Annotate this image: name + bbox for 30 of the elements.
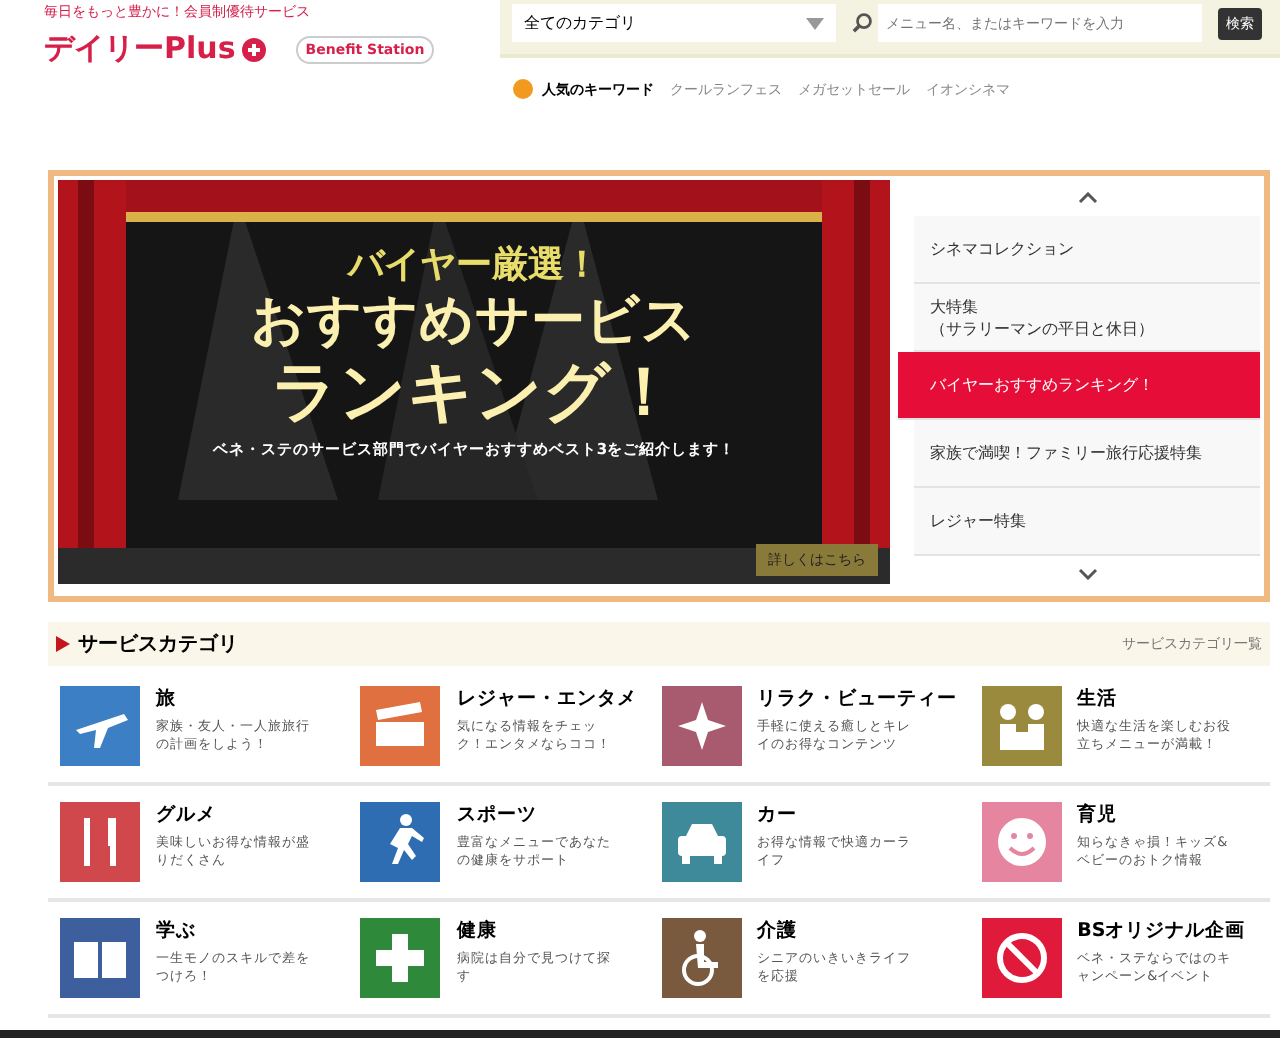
category-name: スポーツ [456, 802, 539, 828]
category-name: 生活 [1077, 686, 1120, 712]
chevron-up-icon[interactable] [1077, 192, 1097, 204]
category-name: 旅 [156, 686, 178, 712]
banner-headline: ランキング！ [271, 355, 677, 429]
feature-item[interactable]: シネマコレクション [914, 216, 1260, 284]
category-name: グルメ [156, 802, 218, 828]
bullet-icon [56, 636, 70, 652]
category-name: 介護 [757, 918, 800, 944]
tag-icon [512, 78, 534, 100]
category-dropdown[interactable]: 全てのカテゴリ [512, 4, 836, 42]
category-name: 学ぶ [156, 918, 198, 944]
search-icon [852, 12, 873, 34]
logo[interactable]: デイリーPlus [44, 30, 236, 68]
category-name: BSオリジナル企画 [1077, 918, 1246, 944]
plus-icon [241, 37, 266, 61]
category-name: 育児 [1077, 802, 1120, 828]
banner-headline: おすすめサービス [251, 288, 697, 356]
chevron-down-icon[interactable] [1077, 568, 1097, 580]
caret-icon [806, 17, 824, 29]
category-name: 健康 [456, 918, 499, 944]
feature-item[interactable]: バイヤーおすすめランキング！ [898, 352, 1260, 420]
feature-item[interactable]: 家族で満喫！ファミリー旅行応援特集 [914, 420, 1260, 488]
feature-item[interactable]: レジャー特集 [914, 488, 1260, 556]
category-name: カー [757, 802, 800, 828]
category-name: リラク・ビューティー [757, 686, 958, 712]
section-title: サービスカテゴリ [78, 631, 238, 658]
category-name: レジャー・エンタメ [456, 686, 637, 712]
feature-item[interactable]: 大特集 （サラリーマンの平日と休日） [914, 284, 1260, 352]
banner-kicker: バイヤー厳選！ [348, 242, 600, 288]
